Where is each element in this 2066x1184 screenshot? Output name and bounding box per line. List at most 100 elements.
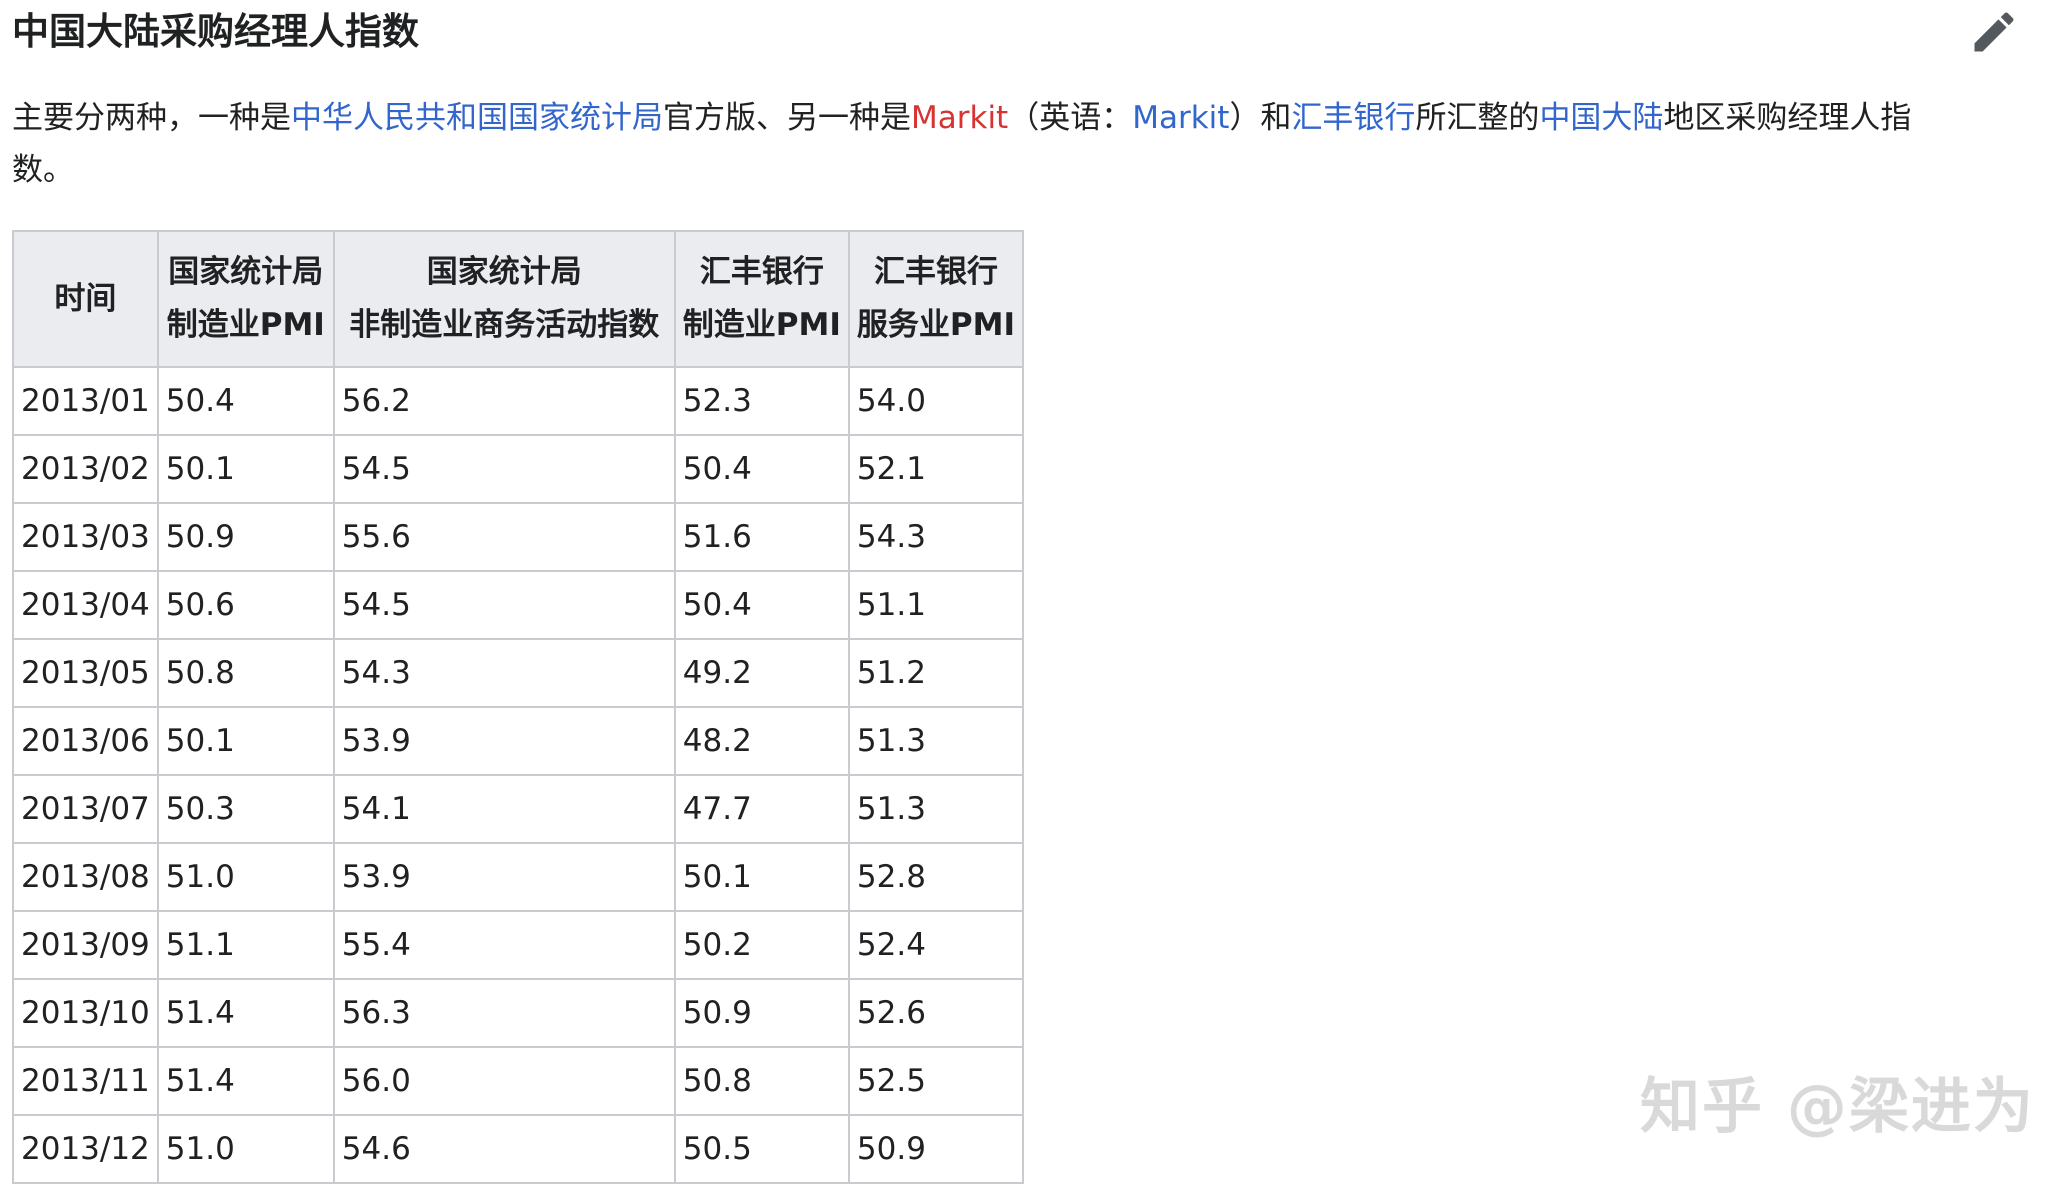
cell-hsbc-services: 51.1 <box>847 570 1025 640</box>
table-row: 2013/10 51.4 56.3 50.9 52.6 <box>12 978 1025 1048</box>
cell-hsbc-manufacturing: 50.4 <box>673 570 850 640</box>
header-hsbc-services: 汇丰银行 服务业PMI <box>847 230 1025 368</box>
table-row: 2013/04 50.6 54.5 50.4 51.1 <box>12 570 1025 640</box>
table-body: 2013/01 50.4 56.2 52.3 54.0 2013/02 50.1 54.5 50… <box>12 366 1025 1184</box>
cell-nbs-non-manufacturing: 56.2 <box>332 366 676 436</box>
header-line: 国家统计局 <box>426 254 582 290</box>
cell-nbs-manufacturing: 50.4 <box>156 366 335 436</box>
table-row: 2013/01 50.4 56.2 52.3 54.0 <box>12 366 1025 436</box>
cell-nbs-manufacturing: 50.3 <box>156 774 335 844</box>
cell-hsbc-services: 51.2 <box>847 638 1025 708</box>
cell-hsbc-services: 52.6 <box>847 978 1025 1048</box>
cell-nbs-non-manufacturing: 55.6 <box>332 502 676 572</box>
cell-hsbc-manufacturing: 47.7 <box>673 774 850 844</box>
header-nbs-non-manufacturing: 国家统计局 非制造业商务活动指数 <box>332 230 676 368</box>
header-line: 制造业PMI <box>166 307 325 343</box>
header-line: 非制造业商务活动指数 <box>349 307 660 343</box>
intro-text-3: （英语： <box>1008 100 1133 136</box>
cell-hsbc-manufacturing: 50.1 <box>673 842 850 912</box>
cell-nbs-manufacturing: 50.1 <box>156 706 335 776</box>
cell-time: 2013/03 <box>12 502 159 572</box>
table-row: 2013/08 51.0 53.9 50.1 52.8 <box>12 842 1025 912</box>
table-row: 2013/12 51.0 54.6 50.5 50.9 <box>12 1114 1025 1184</box>
pmi-table: 时间 国家统计局 制造业PMI 国家统计局 非制造业商务活动指数 汇丰银行 制造… <box>12 230 1025 1184</box>
intro-text-7: 数。 <box>12 152 74 188</box>
cell-nbs-non-manufacturing: 54.6 <box>332 1114 676 1184</box>
link-hsbc[interactable]: 汇丰银行 <box>1291 100 1415 136</box>
header-hsbc-manufacturing: 汇丰银行 制造业PMI <box>673 230 850 368</box>
header-line: 汇丰银行 <box>873 254 998 290</box>
cell-nbs-manufacturing: 50.1 <box>156 434 335 504</box>
watermark: 知乎 @梁进为 <box>1640 1072 2035 1142</box>
cell-hsbc-manufacturing: 52.3 <box>673 366 850 436</box>
cell-hsbc-services: 50.9 <box>847 1114 1025 1184</box>
table-row: 2013/05 50.8 54.3 49.2 51.2 <box>12 638 1025 708</box>
cell-time: 2013/02 <box>12 434 159 504</box>
pencil-icon <box>1974 12 2014 52</box>
intro-text-4: ）和 <box>1229 100 1292 136</box>
cell-nbs-manufacturing: 51.0 <box>156 842 335 912</box>
cell-nbs-non-manufacturing: 56.0 <box>332 1046 676 1116</box>
cell-time: 2013/07 <box>12 774 159 844</box>
cell-nbs-manufacturing: 50.6 <box>156 570 335 640</box>
cell-hsbc-services: 52.4 <box>847 910 1025 980</box>
cell-time: 2013/01 <box>12 366 159 436</box>
cell-nbs-non-manufacturing: 56.3 <box>332 978 676 1048</box>
cell-time: 2013/11 <box>12 1046 159 1116</box>
header-line: 国家统计局 <box>168 254 324 290</box>
table-row: 2013/02 50.1 54.5 50.4 52.1 <box>12 434 1025 504</box>
header-line: 时间 <box>54 280 117 317</box>
cell-nbs-non-manufacturing: 53.9 <box>332 706 676 776</box>
cell-time: 2013/09 <box>12 910 159 980</box>
cell-nbs-manufacturing: 51.1 <box>156 910 335 980</box>
header-nbs-manufacturing: 国家统计局 制造业PMI <box>156 230 335 368</box>
cell-nbs-non-manufacturing: 54.5 <box>332 570 676 640</box>
header-line: 汇丰银行 <box>699 254 824 290</box>
intro-text-6: 地区采购经理人指 <box>1663 100 1912 136</box>
cell-hsbc-services: 54.0 <box>847 366 1025 436</box>
table-row: 2013/11 51.4 56.0 50.8 52.5 <box>12 1046 1025 1116</box>
intro-paragraph: 主要分两种，一种是中华人民共和国国家统计局官方版、另一种是Markit（英语：M… <box>12 92 2002 196</box>
intro-text-5: 所汇整的 <box>1415 100 1540 136</box>
cell-time: 2013/12 <box>12 1114 159 1184</box>
table-header-row: 时间 国家统计局 制造业PMI 国家统计局 非制造业商务活动指数 汇丰银行 制造… <box>12 230 1025 368</box>
cell-hsbc-services: 52.1 <box>847 434 1025 504</box>
cell-hsbc-manufacturing: 48.2 <box>673 706 850 776</box>
cell-time: 2013/08 <box>12 842 159 912</box>
link-nbs[interactable]: 中华人民共和国国家统计局 <box>291 100 663 136</box>
cell-time: 2013/06 <box>12 706 159 776</box>
cell-nbs-non-manufacturing: 53.9 <box>332 842 676 912</box>
header-time: 时间 <box>12 230 159 368</box>
link-markit[interactable]: Markit <box>1132 100 1229 136</box>
cell-hsbc-services: 52.5 <box>847 1046 1025 1116</box>
header-line: 制造业PMI <box>682 307 841 343</box>
link-mainland[interactable]: 中国大陆 <box>1539 100 1663 136</box>
cell-nbs-manufacturing: 50.9 <box>156 502 335 572</box>
table-row: 2013/03 50.9 55.6 51.6 54.3 <box>12 502 1025 572</box>
cell-hsbc-manufacturing: 49.2 <box>673 638 850 708</box>
cell-nbs-non-manufacturing: 54.1 <box>332 774 676 844</box>
cell-hsbc-manufacturing: 50.4 <box>673 434 850 504</box>
cell-time: 2013/05 <box>12 638 159 708</box>
cell-nbs-manufacturing: 51.0 <box>156 1114 335 1184</box>
edit-button[interactable] <box>1968 6 2020 58</box>
cell-hsbc-services: 51.3 <box>847 706 1025 776</box>
cell-nbs-non-manufacturing: 54.5 <box>332 434 676 504</box>
section-title: 中国大陆采购经理人指数 <box>12 10 419 53</box>
cell-hsbc-manufacturing: 50.5 <box>673 1114 850 1184</box>
intro-text-1: 主要分两种，一种是 <box>12 100 291 136</box>
cell-time: 2013/10 <box>12 978 159 1048</box>
table-row: 2013/07 50.3 54.1 47.7 51.3 <box>12 774 1025 844</box>
cell-hsbc-services: 52.8 <box>847 842 1025 912</box>
cell-hsbc-manufacturing: 50.2 <box>673 910 850 980</box>
cell-hsbc-services: 54.3 <box>847 502 1025 572</box>
cell-nbs-manufacturing: 51.4 <box>156 1046 335 1116</box>
cell-hsbc-manufacturing: 50.8 <box>673 1046 850 1116</box>
cell-hsbc-manufacturing: 50.9 <box>673 978 850 1048</box>
cell-nbs-manufacturing: 50.8 <box>156 638 335 708</box>
table-row: 2013/09 51.1 55.4 50.2 52.4 <box>12 910 1025 980</box>
header-line: 服务业PMI <box>856 307 1016 343</box>
cell-nbs-non-manufacturing: 55.4 <box>332 910 676 980</box>
link-markit-red[interactable]: Markit <box>911 100 1008 136</box>
cell-hsbc-services: 51.3 <box>847 774 1025 844</box>
